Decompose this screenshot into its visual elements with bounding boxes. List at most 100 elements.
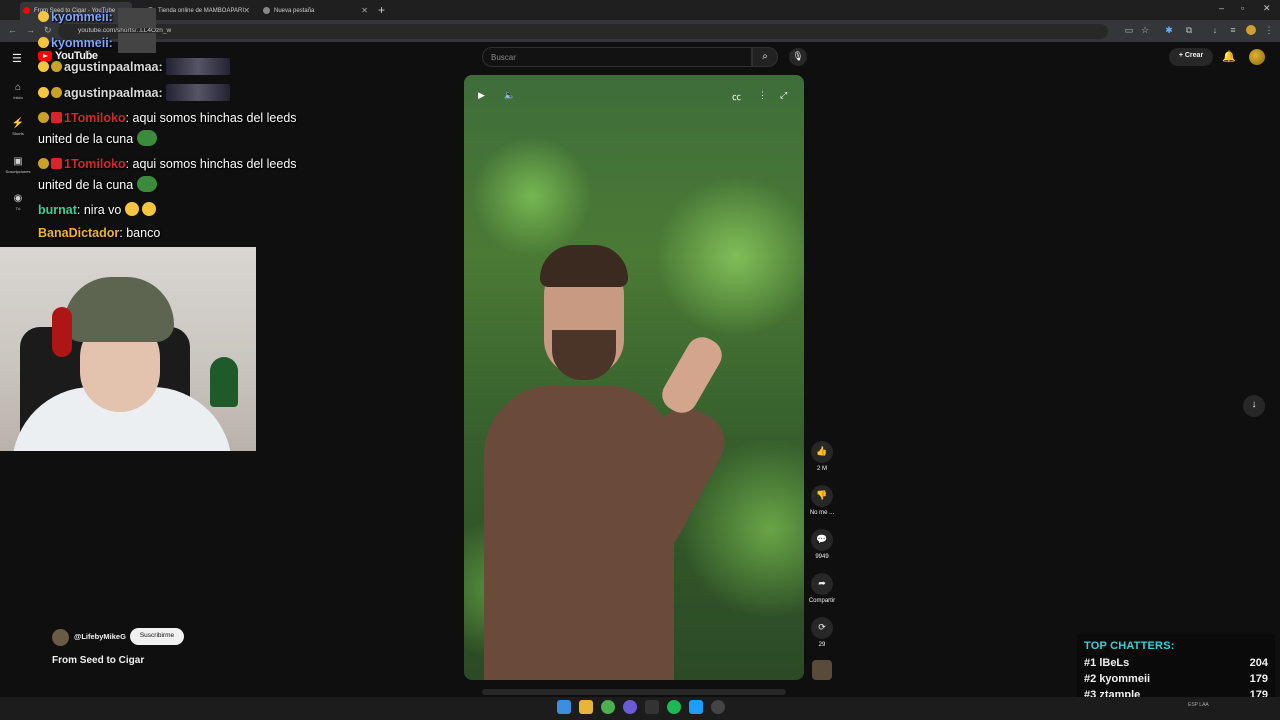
subscribe-button[interactable]: Suscribirme: [130, 628, 184, 645]
chat-username: 1Tomiloko: [64, 111, 126, 125]
sunglasses-emoji-icon: [142, 202, 157, 216]
hamburger-menu-icon[interactable]: ☰: [12, 52, 22, 65]
forward-arrow-icon[interactable]: →: [26, 25, 35, 35]
top-chatters-title: TOP CHATTERS:: [1084, 640, 1175, 652]
sidenav-label: Suscripciones: [5, 169, 31, 174]
chat-emote-image: [118, 33, 156, 53]
url-bar[interactable]: youtube.com/shorts/..LL4Ozn_w: [58, 24, 1108, 39]
play-icon[interactable]: ▶: [478, 90, 485, 101]
chat-message: 1Tomiloko: aqui somos hinchas del leeds u…: [38, 154, 368, 196]
system-tray[interactable]: ESP LAA: [1140, 702, 1209, 708]
youtube-favicon-icon: [23, 7, 30, 14]
close-window-icon[interactable]: ✕: [1263, 3, 1271, 14]
channel-thumbnail[interactable]: [812, 660, 832, 680]
rank-badge-icon: [38, 61, 49, 72]
search-button[interactable]: ⌕: [752, 47, 778, 67]
create-button[interactable]: + Crear: [1169, 48, 1213, 66]
extension-icon[interactable]: ✱: [1164, 25, 1174, 35]
chat-text: : aqui somos hinchas del leeds: [125, 157, 297, 171]
discord-icon[interactable]: [623, 700, 637, 714]
bookmark-star-icon[interactable]: ☆: [1140, 25, 1150, 35]
sidenav-label: Inicio: [13, 95, 23, 100]
language-indicator: ESP LAA: [1188, 702, 1209, 708]
minimize-icon[interactable]: –: [1219, 3, 1224, 13]
more-options-icon[interactable]: ⋮: [758, 90, 767, 101]
tab-tienda[interactable]: Tienda online de MAMBOAPARI ✕: [144, 2, 254, 20]
you-icon: ◉: [13, 193, 23, 204]
sub-badge-icon: [38, 158, 49, 169]
windows-start-icon[interactable]: [557, 700, 571, 714]
maximize-icon[interactable]: ▫: [1241, 3, 1244, 13]
chatter-count: 179: [1249, 673, 1268, 685]
media-icon[interactable]: ≡: [1228, 25, 1238, 35]
chatter-name: kyommeii: [1099, 673, 1151, 685]
remix-count: 29: [818, 642, 826, 648]
close-tab-icon[interactable]: ✕: [361, 6, 368, 15]
comments-button[interactable]: 💬 9949: [810, 529, 834, 560]
chatter-name: lBeLs: [1099, 657, 1130, 669]
crown-badge-icon: [38, 11, 49, 22]
back-arrow-icon[interactable]: ←: [8, 25, 17, 35]
new-tab-plus-icon[interactable]: +: [378, 3, 385, 17]
extensions-puzzle-icon[interactable]: ⧉: [1184, 25, 1194, 35]
notifications-bell-icon[interactable]: 🔔: [1222, 50, 1236, 63]
chat-text: : nira vo: [76, 203, 122, 217]
share-arrow-icon: ➦: [811, 573, 833, 595]
next-short-button[interactable]: ↓: [1243, 395, 1265, 417]
sub-badge-icon: [51, 87, 62, 98]
kebab-menu-icon[interactable]: ⋮: [1264, 25, 1274, 35]
sidenav-item-inicio[interactable]: ⌂ Inicio: [2, 82, 34, 100]
mod-badge-icon: [51, 112, 62, 123]
thumbs-up-icon: 👍: [811, 441, 833, 463]
video-title[interactable]: From Seed to Cigar: [52, 655, 144, 666]
chat-username: kyommeii:: [51, 10, 113, 24]
download-icon[interactable]: ↓: [1210, 25, 1220, 35]
video-frame-person: [484, 385, 674, 680]
mod-badge-icon: [51, 158, 62, 169]
volume-icon[interactable]: 🔈: [504, 90, 515, 101]
cast-icon[interactable]: ▭: [1124, 25, 1134, 35]
remix-icon: ⟳: [811, 617, 833, 639]
close-tab-icon[interactable]: ✕: [243, 6, 250, 15]
chat-text: : banco: [119, 226, 161, 240]
globe-favicon-icon: [263, 7, 270, 14]
profile-icon[interactable]: [1246, 25, 1256, 35]
search-input[interactable]: Buscar: [482, 47, 752, 67]
obs-icon[interactable]: [711, 700, 725, 714]
chat-message: 1Tomiloko: aqui somos hinchas del leeds u…: [38, 108, 368, 150]
chat-username: agustinpaalmaa:: [64, 60, 163, 74]
captions-icon[interactable]: ㏄: [732, 90, 741, 103]
crown-badge-icon: [38, 37, 49, 48]
sidenav-label: Shorts: [12, 131, 24, 136]
steam-icon[interactable]: [689, 700, 703, 714]
arrow-down-icon: ↓: [1251, 399, 1257, 410]
remix-button[interactable]: ⟳ 29: [810, 617, 834, 648]
account-avatar[interactable]: [1249, 49, 1265, 65]
file-explorer-icon[interactable]: [579, 700, 593, 714]
home-icon: ⌂: [14, 82, 22, 93]
search-icon: ⌕: [762, 51, 768, 62]
share-label: Compartir: [808, 598, 836, 604]
fullscreen-icon[interactable]: ⤢: [780, 90, 787, 101]
dislike-button[interactable]: 👎 No me ...: [806, 485, 838, 516]
like-count: 2 M: [816, 466, 827, 472]
chrome-icon[interactable]: [601, 700, 615, 714]
microphone-icon: 🎙: [792, 51, 804, 61]
like-button[interactable]: 👍 2 M: [810, 441, 834, 472]
tab-new[interactable]: Nueva pestaña ✕: [260, 2, 372, 20]
chat-text: united de la cuna: [38, 178, 134, 192]
webcam-headset: [52, 307, 72, 357]
sidenav-item-shorts[interactable]: ⚡ Shorts: [2, 118, 34, 136]
spotify-icon[interactable]: [667, 700, 681, 714]
chat-username: 1Tomiloko: [64, 157, 126, 171]
chat-message: burnat: nira vo: [38, 200, 157, 221]
streamer-webcam: [0, 247, 256, 451]
voice-search-button[interactable]: 🎙: [789, 48, 807, 66]
share-button[interactable]: ➦ Compartir: [804, 573, 840, 604]
channel-avatar[interactable]: [52, 629, 69, 646]
app-icon[interactable]: [645, 700, 659, 714]
shorts-video-player[interactable]: ▶ 🔈 ㏄ ⋮ ⤢: [464, 75, 804, 680]
sidenav-item-subscriptions[interactable]: ▣ Suscripciones: [2, 156, 34, 174]
sidenav-item-you[interactable]: ◉ Tú: [2, 193, 34, 211]
channel-name[interactable]: @LifebyMikeG: [74, 632, 126, 641]
